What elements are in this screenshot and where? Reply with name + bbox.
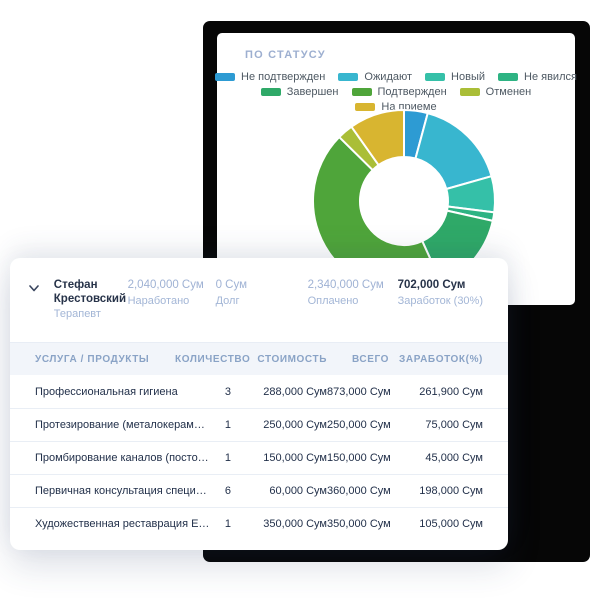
legend-swatch-icon bbox=[338, 73, 358, 81]
cell-value: 350,000 Сум bbox=[327, 518, 389, 530]
legend-swatch-icon bbox=[261, 88, 281, 96]
chevron-down-icon bbox=[29, 285, 39, 292]
column-header[interactable]: ЗАРАБОТОК(%) bbox=[389, 354, 483, 365]
table-body: Профессиональная гигиена3288,000 Сум873,… bbox=[10, 375, 508, 540]
service-name: Протезирование (металокерам… bbox=[35, 419, 175, 431]
service-name: Промбирование каналов (посто… bbox=[35, 452, 175, 464]
cell-value: 45,000 Сум bbox=[389, 452, 483, 464]
doctor-report-card: Стефан Крестовский Терапевт 2,040,000 Су… bbox=[10, 258, 508, 550]
cell-value: 75,000 Сум bbox=[389, 419, 483, 431]
table-row[interactable]: Первичная консультация специ…660,000 Сум… bbox=[10, 474, 508, 507]
cell-value: 1 bbox=[175, 419, 247, 431]
donut-slice[interactable] bbox=[415, 113, 491, 189]
legend-swatch-icon bbox=[498, 73, 518, 81]
cell-value: 6 bbox=[175, 485, 247, 497]
stat-1: 2,040,000 Сум Наработано bbox=[128, 278, 216, 308]
legend-label: Отменен bbox=[486, 86, 532, 98]
legend-swatch-icon bbox=[460, 88, 480, 96]
stat-label: Долг bbox=[216, 294, 308, 308]
stat-label: Заработок (30%) bbox=[398, 294, 483, 308]
service-name: Художественная реставрация Е… bbox=[35, 518, 175, 530]
legend-label: Не явился bbox=[524, 71, 577, 83]
legend-item[interactable]: Не подтвержден bbox=[215, 71, 325, 83]
stat-value: 702,000 Сум bbox=[398, 278, 483, 292]
doctor-name: Стефан Крестовский bbox=[54, 278, 128, 306]
cell-value: 105,000 Сум bbox=[389, 518, 483, 530]
legend-row: Не подтвержден Ожидают Новый Не явился bbox=[215, 71, 577, 83]
legend-label: Ожидают bbox=[364, 71, 412, 83]
cell-value: 150,000 Сум bbox=[247, 452, 327, 464]
legend-label: Не подтвержден bbox=[241, 71, 325, 83]
stat-value: 0 Сум bbox=[216, 278, 308, 292]
cell-value: 250,000 Сум bbox=[327, 419, 389, 431]
stat-2: 0 Сум Долг bbox=[216, 278, 308, 308]
legend-label: Завершен bbox=[287, 86, 339, 98]
legend-label: Подтвержден bbox=[378, 86, 447, 98]
stat-4: 702,000 Сум Заработок (30%) bbox=[398, 278, 483, 308]
table-header-row: УСЛУГА / ПРОДУКТЫКОЛИЧЕСТВОСТОИМОСТЬВСЕГ… bbox=[10, 342, 508, 375]
cell-value: 873,000 Сум bbox=[327, 386, 389, 398]
legend-row: Завершен Подтвержден Отменен bbox=[261, 86, 531, 98]
doctor-info: Стефан Крестовский Терапевт bbox=[54, 278, 128, 320]
cell-value: 150,000 Сум bbox=[327, 452, 389, 464]
services-table: УСЛУГА / ПРОДУКТЫКОЛИЧЕСТВОСТОИМОСТЬВСЕГ… bbox=[10, 342, 508, 540]
legend-label: Новый bbox=[451, 71, 485, 83]
stat-label: Наработано bbox=[128, 294, 216, 308]
legend-item[interactable]: Отменен bbox=[460, 86, 532, 98]
legend-item[interactable]: Ожидают bbox=[338, 71, 412, 83]
cell-value: 198,000 Сум bbox=[389, 485, 483, 497]
expand-toggle[interactable] bbox=[26, 278, 43, 292]
cell-value: 360,000 Сум bbox=[327, 485, 389, 497]
cell-value: 261,900 Сум bbox=[389, 386, 483, 398]
legend-item[interactable]: Новый bbox=[425, 71, 485, 83]
cell-value: 1 bbox=[175, 452, 247, 464]
column-header[interactable]: УСЛУГА / ПРОДУКТЫ bbox=[35, 354, 175, 365]
column-header[interactable]: СТОИМОСТЬ bbox=[247, 354, 327, 365]
doctor-role: Терапевт bbox=[54, 308, 128, 320]
doctor-summary-row[interactable]: Стефан Крестовский Терапевт 2,040,000 Су… bbox=[10, 258, 508, 342]
cell-value: 60,000 Сум bbox=[247, 485, 327, 497]
cell-value: 1 bbox=[175, 518, 247, 530]
cell-value: 288,000 Сум bbox=[247, 386, 327, 398]
legend-item[interactable]: Не явился bbox=[498, 71, 577, 83]
service-name: Первичная консультация специ… bbox=[35, 485, 175, 497]
legend-swatch-icon bbox=[425, 73, 445, 81]
table-row[interactable]: Профессиональная гигиена3288,000 Сум873,… bbox=[10, 375, 508, 408]
page: ПО СТАТУСУ Не подтвержденОжидаютНовыйНе … bbox=[0, 0, 600, 600]
service-name: Профессиональная гигиена bbox=[35, 386, 175, 398]
cell-value: 350,000 Сум bbox=[247, 518, 327, 530]
stat-3: 2,340,000 Сум Оплачено bbox=[308, 278, 398, 308]
legend-swatch-icon bbox=[215, 73, 235, 81]
table-row[interactable]: Протезирование (металокерам…1250,000 Сум… bbox=[10, 408, 508, 441]
column-header[interactable]: КОЛИЧЕСТВО bbox=[175, 354, 247, 365]
legend-item[interactable]: Завершен bbox=[261, 86, 339, 98]
stat-value: 2,040,000 Сум bbox=[128, 278, 216, 292]
panel-title: ПО СТАТУСУ bbox=[245, 49, 326, 61]
cell-value: 250,000 Сум bbox=[247, 419, 327, 431]
legend-item[interactable]: Подтвержден bbox=[352, 86, 447, 98]
legend-swatch-icon bbox=[352, 88, 372, 96]
cell-value: 3 bbox=[175, 386, 247, 398]
column-header[interactable]: ВСЕГО bbox=[327, 354, 389, 365]
stat-value: 2,340,000 Сум bbox=[308, 278, 398, 292]
doctor-stats: 2,040,000 Сум Наработано0 Сум Долг2,340,00… bbox=[128, 278, 483, 308]
table-row[interactable]: Промбирование каналов (посто…1150,000 Су… bbox=[10, 441, 508, 474]
table-row[interactable]: Художественная реставрация Е…1350,000 Су… bbox=[10, 507, 508, 540]
stat-label: Оплачено bbox=[308, 294, 398, 308]
